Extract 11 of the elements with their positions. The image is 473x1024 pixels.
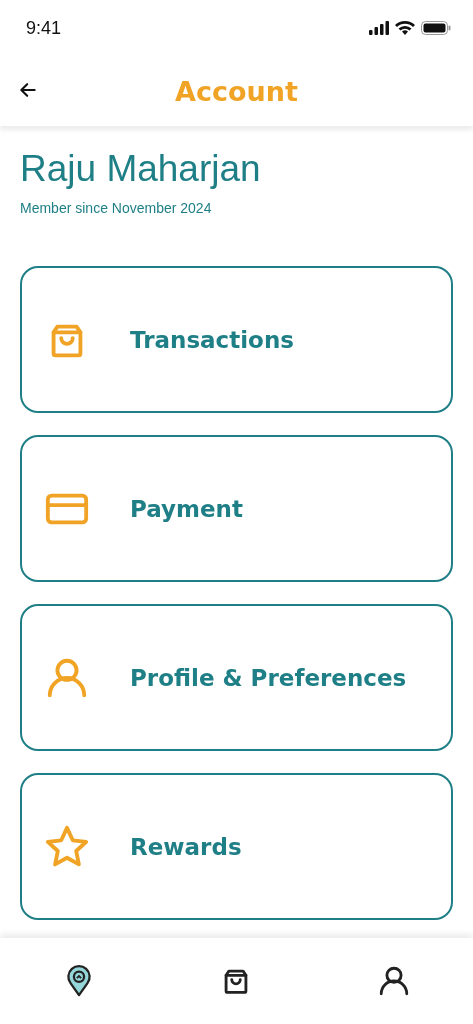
battery-icon <box>421 21 451 35</box>
menu-card[interactable]: Transactions <box>20 266 453 413</box>
wifi-icon <box>395 21 415 35</box>
status-time: 9:41 <box>26 17 62 39</box>
page-title: Account <box>175 75 298 107</box>
user-name: Raju Maharjan <box>20 148 262 190</box>
menu-card[interactable]: Payment <box>20 435 453 582</box>
member-since-text: Member since November 2024 <box>20 200 213 216</box>
menu-card[interactable]: Profile & Preferences <box>20 604 453 751</box>
signal-icon <box>369 21 389 35</box>
menu-card[interactable]: Rewards <box>20 773 453 920</box>
